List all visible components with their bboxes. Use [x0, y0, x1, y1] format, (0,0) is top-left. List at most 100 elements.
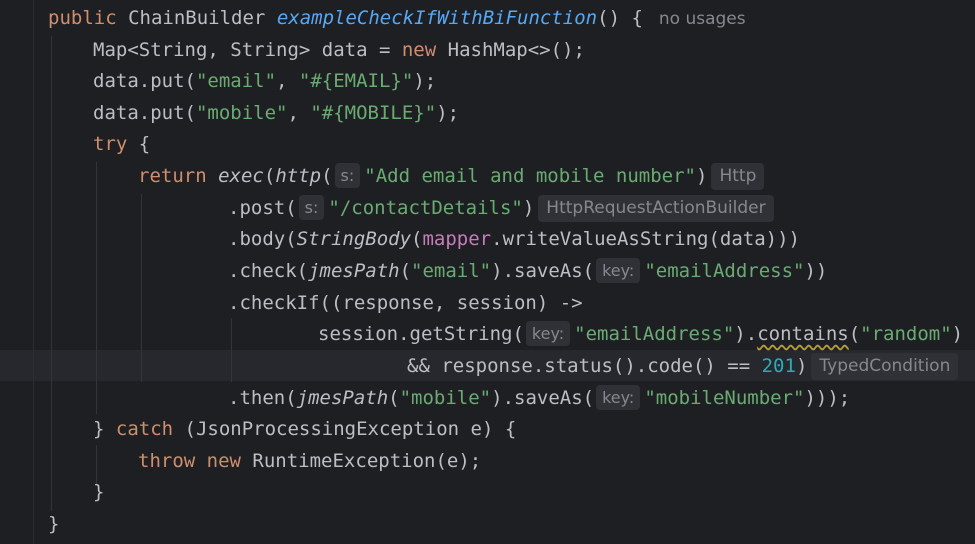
code-text: , [276, 70, 299, 92]
code-text: .writeValueAsString(data))) [491, 228, 800, 250]
method-call[interactable]: http [275, 165, 321, 187]
string-literal: "#{EMAIL}" [298, 70, 414, 92]
indent-guide [231, 318, 232, 382]
string-literal: "email" [195, 70, 277, 92]
gutter-divider [33, 0, 34, 544]
code-text: .then( [228, 387, 297, 409]
code-text: ); [436, 102, 460, 124]
method-params: () { [597, 7, 643, 29]
code-text: ( [848, 323, 861, 345]
code-text: (JsonProcessingException e) { [173, 418, 517, 440]
code-text: .check( [228, 260, 309, 282]
keyword: public [48, 7, 117, 29]
type-hint: HttpRequestActionBuilder [538, 195, 774, 222]
code-line-3[interactable]: data.put("email", "#{EMAIL}"); [93, 65, 436, 97]
code-line-12[interactable]: && response.status().code() == 201) Typed… [407, 350, 959, 382]
code-line-14[interactable]: } catch (JsonProcessingException e) { [93, 413, 516, 445]
code-text: ).saveAs( [491, 387, 595, 409]
code-text: ( [321, 165, 333, 187]
code-text: .post( [228, 197, 297, 219]
method-call[interactable]: exec [218, 165, 264, 187]
string-literal: "#{MOBILE}" [310, 102, 437, 124]
field-reference[interactable]: mapper [422, 228, 491, 250]
code-editor[interactable]: public ChainBuilder exampleCheckIfWithBi… [0, 0, 975, 544]
method-call[interactable]: StringBody [297, 228, 411, 250]
parameter-hint: s: [334, 163, 361, 188]
code-text: ( [411, 228, 423, 250]
string-literal: "/contactDetails" [328, 197, 523, 219]
method-name[interactable]: exampleCheckIfWithBiFunction [277, 7, 597, 29]
keyword: throw [138, 450, 196, 472]
code-line-13[interactable]: .then(jmesPath("mobile").saveAs(key: "mob… [228, 382, 850, 414]
code-text: ).saveAs( [491, 260, 595, 282]
parameter-hint: key: [596, 258, 641, 283]
string-literal: "emailAddress" [644, 260, 805, 282]
code-line-7[interactable]: .post(s: "/contactDetails") HttpRequestAct… [228, 192, 774, 224]
code-text: && response.status().code() == [407, 355, 762, 377]
code-line-2[interactable]: Map<String, String> data = new HashMap<>… [93, 34, 585, 66]
code-line-6[interactable]: return exec(http(s: "Add email and mobile… [138, 160, 765, 192]
type-hint: TypedCondition [811, 353, 959, 380]
indent-guide [141, 194, 142, 382]
keyword: catch [115, 418, 174, 440]
indent-guide [51, 36, 52, 511]
code-text: ) [951, 323, 964, 345]
string-literal: "Add email and mobile number" [364, 165, 696, 187]
string-literal: "mobile" [195, 102, 288, 124]
keyword: new [206, 450, 241, 472]
code-text: ) [795, 355, 808, 377]
parameter-hint: s: [298, 195, 325, 220]
code-text: ) [522, 197, 535, 219]
code-line-17[interactable]: } [48, 508, 59, 540]
string-literal: "mobileNumber" [644, 387, 805, 409]
string-literal: "mobile" [399, 387, 492, 409]
code-line-9[interactable]: .check(jmesPath("email").saveAs(key: "ema… [228, 255, 827, 287]
code-text: )) [804, 260, 828, 282]
code-text: ))); [804, 387, 851, 409]
indent-guide [96, 162, 97, 414]
number-literal: 201 [761, 355, 796, 377]
keyword: return [138, 165, 207, 187]
code-text: } [93, 481, 105, 503]
code-text: Map<String, String> data = [93, 39, 402, 61]
string-literal: "emailAddress" [574, 323, 735, 345]
keyword: try [93, 133, 128, 155]
code-line-11[interactable]: session.getString(key: "emailAddress").co… [318, 318, 963, 350]
code-line-5[interactable]: try { [93, 128, 150, 160]
method-call[interactable]: jmesPath [297, 387, 389, 409]
code-text: ). [734, 323, 758, 345]
code-text: data.put( [93, 102, 196, 124]
parameter-hint: key: [525, 321, 571, 346]
code-line-4[interactable]: data.put("mobile", "#{MOBILE}"); [93, 97, 459, 129]
code-line-16[interactable]: } [93, 476, 104, 508]
parameter-hint: key: [596, 385, 641, 410]
code-text: , [287, 102, 311, 124]
code-text: ( [388, 387, 400, 409]
string-literal: "email" [411, 260, 492, 282]
code-text: ); [413, 70, 437, 92]
code-line-1[interactable]: public ChainBuilder exampleCheckIfWithBi… [48, 2, 746, 34]
code-text: ( [399, 260, 412, 282]
code-text: ) [696, 165, 708, 187]
code-text: ( [263, 165, 276, 187]
warning-highlight[interactable]: contains [757, 323, 849, 345]
code-text: .checkIf((response, session) -> [228, 292, 583, 314]
method-call[interactable]: jmesPath [308, 260, 400, 282]
usages-hint[interactable]: no usages [659, 9, 746, 29]
code-line-15[interactable]: throw new RuntimeException(e); [138, 445, 481, 477]
string-literal: "random" [860, 323, 952, 345]
code-text: } [48, 513, 60, 535]
code-line-10[interactable]: .checkIf((response, session) -> [228, 287, 583, 319]
code-text: data.put( [93, 70, 196, 92]
code-text: .body( [228, 228, 297, 250]
code-text: session.getString( [318, 323, 524, 345]
keyword: new [401, 39, 437, 61]
code-text: RuntimeException(e); [240, 450, 482, 472]
type-hint: Http [711, 163, 765, 190]
code-text: } [93, 418, 116, 440]
return-type: ChainBuilder [128, 7, 266, 29]
code-text: HashMap<>(); [436, 39, 585, 61]
code-line-8[interactable]: .body(StringBody(mapper.writeValueAsStri… [228, 223, 800, 255]
code-text: { [127, 133, 151, 155]
